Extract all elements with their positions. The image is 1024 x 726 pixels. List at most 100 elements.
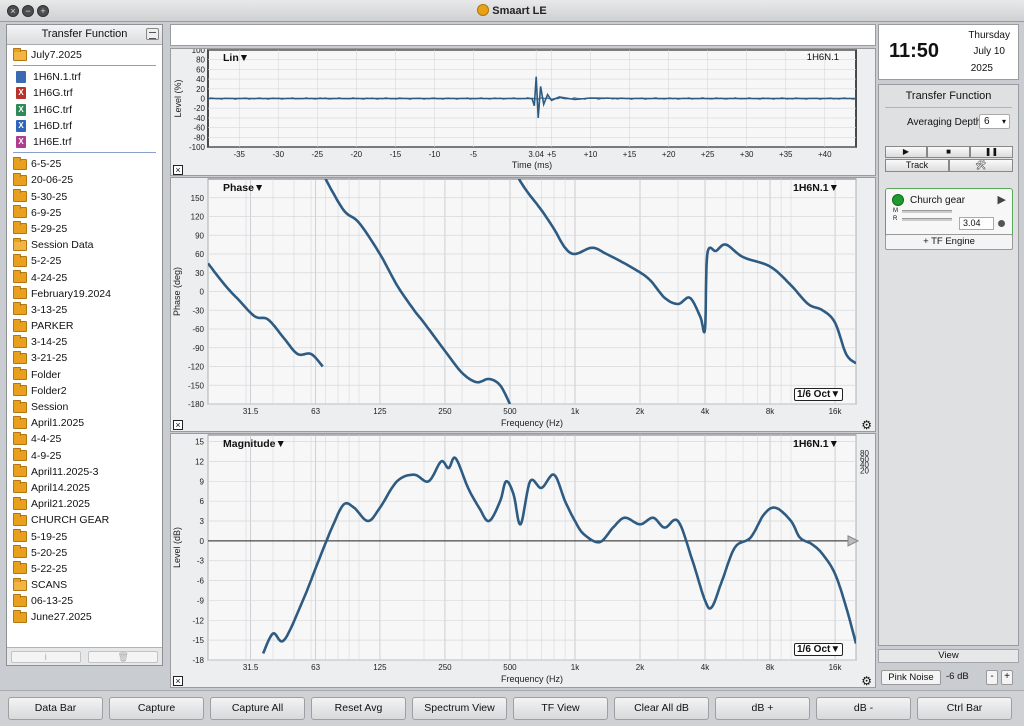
magnitude-pane: 31.5 63 125 250 500 1k 2k 4k 8k 16k 15 12 9 6 3 0 -3 -6 -9… <box>170 433 876 688</box>
magnitude-settings-gear-icon[interactable]: ⚙ <box>861 674 872 688</box>
delay-value-field[interactable]: 3.04 <box>959 217 994 230</box>
file-item[interactable]: X 1H6E.trf <box>7 134 162 150</box>
folder-item[interactable]: 4-24-25 <box>7 269 162 285</box>
tree-divider <box>13 65 156 67</box>
phase-smoothing-dropdown[interactable]: 1/6 Oct▼ <box>794 388 844 401</box>
folder-label: 5-30-25 <box>31 190 68 203</box>
folder-item[interactable]: February19.2024 <box>7 286 162 302</box>
folder-item[interactable]: April14.2025 <box>7 480 162 496</box>
toolbar-button-data-bar[interactable]: Data Bar <box>8 697 103 720</box>
file-item[interactable]: 1H6N.1.trf <box>7 69 162 85</box>
folder-item[interactable]: SCANS <box>7 577 162 593</box>
view-button[interactable]: View <box>878 649 1019 663</box>
stop-button[interactable]: ■ <box>927 146 970 158</box>
folder-item[interactable]: April21.2025 <box>7 496 162 512</box>
folder-icon <box>13 464 27 478</box>
folder-label: April11.2025-3 <box>31 465 99 478</box>
folder-item[interactable]: 5-22-25 <box>7 561 162 577</box>
folder-item[interactable]: 20-06-25 <box>7 172 162 188</box>
phase-mode-dropdown[interactable]: Phase▼ <box>223 182 264 194</box>
pause-button[interactable]: ❚❚ <box>970 146 1013 158</box>
toolbar-button-reset-avg[interactable]: Reset Avg <box>311 697 406 720</box>
phase-y-tick-label: 0 <box>200 288 205 297</box>
folder-item[interactable]: June27.2025 <box>7 609 162 625</box>
engine-play-icon[interactable]: ▶ <box>998 193 1006 206</box>
level-down-button[interactable]: - <box>986 670 998 685</box>
magnitude-mode-dropdown[interactable]: Magnitude▼ <box>223 438 286 450</box>
engine-active-indicator[interactable] <box>892 194 904 206</box>
folder-item[interactable]: 4-9-25 <box>7 448 162 464</box>
folder-icon <box>13 593 27 607</box>
trash-button[interactable]: 🗑 <box>88 650 159 663</box>
impulse-mode-dropdown[interactable]: Lin▼ <box>223 52 249 64</box>
phase-settings-gear-icon[interactable]: ⚙ <box>861 418 872 432</box>
info-button[interactable]: i <box>10 650 81 663</box>
folder-item[interactable]: Folder2 <box>7 383 162 399</box>
magnitude-x-tick-label: 63 <box>311 663 320 672</box>
phase-trace-dropdown[interactable]: 1H6N.1▼ <box>793 182 839 194</box>
record-icon[interactable] <box>998 220 1005 227</box>
meter-m-label: M <box>893 208 898 214</box>
play-button[interactable]: ▶ <box>885 146 927 158</box>
folder-item[interactable]: 4-4-25 <box>7 431 162 447</box>
meter-r-slider[interactable] <box>902 218 952 221</box>
tools-button[interactable]: 🛠 <box>949 159 1013 172</box>
folder-item[interactable]: PARKER <box>7 318 162 334</box>
folder-item[interactable]: 06-13-25 <box>7 593 162 609</box>
pink-noise-button[interactable]: Pink Noise <box>881 670 941 685</box>
folder-item[interactable]: 3-13-25 <box>7 302 162 318</box>
meter-m-slider[interactable] <box>902 210 952 213</box>
folder-label: 5-2-25 <box>31 255 62 268</box>
impulse-y-tick-label: 80 <box>196 56 205 65</box>
toolbar-button-clear-all-db[interactable]: Clear All dB <box>614 697 709 720</box>
close-phase-pane-icon[interactable]: × <box>173 420 183 430</box>
magnitude-trace-dropdown[interactable]: 1H6N.1▼ <box>793 438 839 450</box>
folder-item[interactable]: 5-30-25 <box>7 189 162 205</box>
folder-icon <box>13 334 27 348</box>
folder-item[interactable]: April11.2025-3 <box>7 464 162 480</box>
file-item[interactable]: X 1H6D.trf <box>7 118 162 134</box>
folder-icon <box>13 609 27 623</box>
folder-item[interactable]: April1.2025 <box>7 415 162 431</box>
toolbar-button-tf-view[interactable]: TF View <box>513 697 608 720</box>
add-tf-engine-button[interactable]: + TF Engine <box>885 234 1013 250</box>
folder-item[interactable]: 5-2-25 <box>7 253 162 269</box>
folder-icon <box>13 496 27 510</box>
level-up-button[interactable]: + <box>1001 670 1013 685</box>
folder-icon <box>13 270 27 284</box>
file-item[interactable]: X 1H6G.trf <box>7 85 162 101</box>
close-magnitude-pane-icon[interactable]: × <box>173 676 183 686</box>
toolbar-button-capture[interactable]: Capture <box>109 697 204 720</box>
phase-y-tick-label: 120 <box>191 213 205 222</box>
toolbar-button-db[interactable]: dB - <box>816 697 911 720</box>
file-item[interactable]: X 1H6C.trf <box>7 102 162 118</box>
toolbar-button-ctrl-bar[interactable]: Ctrl Bar <box>917 697 1012 720</box>
folder-item[interactable]: 6-5-25 <box>7 156 162 172</box>
track-button[interactable]: Track <box>885 159 949 172</box>
folder-item[interactable]: CHURCH GEAR <box>7 512 162 528</box>
close-impulse-pane-icon[interactable]: × <box>173 165 183 175</box>
folder-item-root[interactable]: July7.2025 <box>7 47 162 63</box>
control-panel: Transfer Function Averaging Depth: 6 ▾ ▶ … <box>878 84 1019 646</box>
folder-item[interactable]: 5-20-25 <box>7 545 162 561</box>
folder-item[interactable]: 3-21-25 <box>7 350 162 366</box>
folder-icon <box>13 172 27 186</box>
toolbar-button-spectrum-view[interactable]: Spectrum View <box>412 697 507 720</box>
magnitude-smoothing-dropdown[interactable]: 1/6 Oct▼ <box>794 643 844 656</box>
averaging-depth-value: 6 <box>984 116 990 127</box>
sidebar-menu-icon[interactable] <box>146 28 159 40</box>
phase-y-tick-label: -30 <box>192 306 204 315</box>
folder-label: 5-20-25 <box>31 546 68 559</box>
impulse-x-tick-label: +25 <box>701 150 715 159</box>
folder-icon <box>13 205 27 219</box>
toolbar-button-capture-all[interactable]: Capture All <box>210 697 305 720</box>
averaging-depth-select[interactable]: 6 ▾ <box>979 114 1010 129</box>
folder-item[interactable]: Session <box>7 399 162 415</box>
folder-item[interactable]: Folder <box>7 367 162 383</box>
folder-item[interactable]: 5-19-25 <box>7 528 162 544</box>
folder-item[interactable]: 6-9-25 <box>7 205 162 221</box>
toolbar-button-db[interactable]: dB + <box>715 697 810 720</box>
folder-item[interactable]: 3-14-25 <box>7 334 162 350</box>
folder-item[interactable]: 5-29-25 <box>7 221 162 237</box>
folder-item[interactable]: Session Data <box>7 237 162 253</box>
